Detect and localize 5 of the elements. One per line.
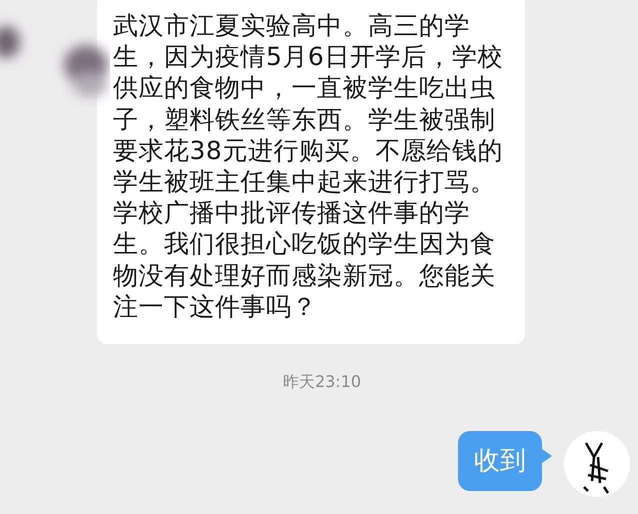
bubble-tail: [542, 449, 552, 464]
timestamp: 昨天23:10: [282, 372, 362, 394]
avatar-icon: [564, 431, 630, 498]
message-text: 武汉市江夏实验高中。高三的学 生，因为疫情5月6日开学后，学校 供应的食物中，一直被学生吃出虫 子，塑料铁丝等东西。学生被强制 要求花38元进行购买。不愿给钱的 学生被班主任集中起来进行打骂。 学校广播中批评传播这件事的学 生。我们很担心吃饭的学生因为食 物没有处理好而感染新冠。您能关 注一下这件事吗？: [113, 10, 504, 322]
message-bubble: 收到: [458, 431, 542, 492]
